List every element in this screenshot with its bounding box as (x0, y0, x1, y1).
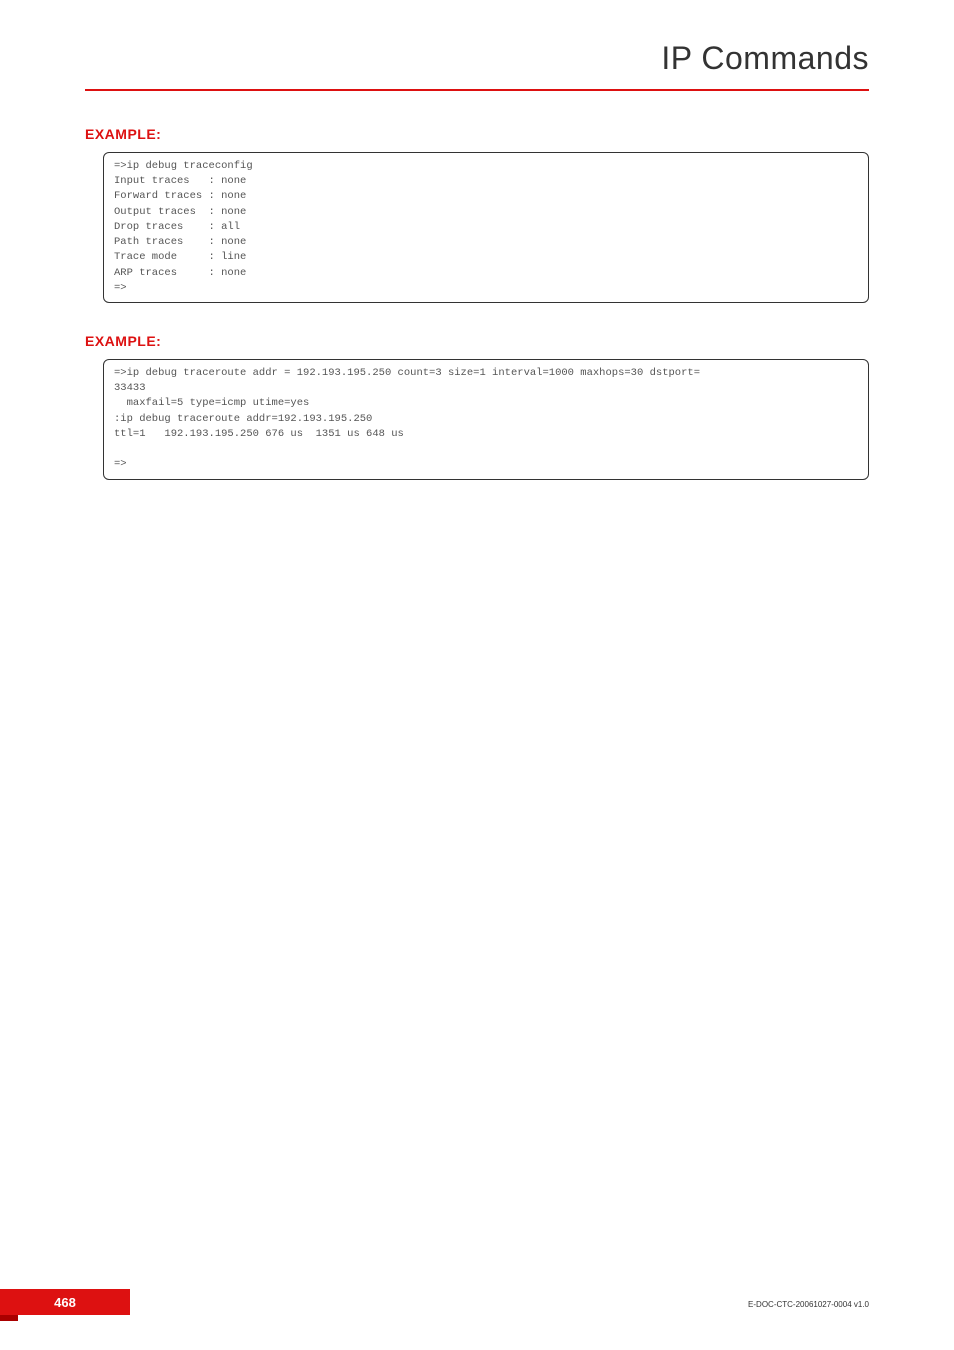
page-number: 468 (54, 1295, 76, 1310)
example1-code-block: =>ip debug traceconfig Input traces : no… (103, 152, 869, 303)
header-title: IP Commands (0, 40, 869, 77)
document-id: E-DOC-CTC-20061027-0004 v1.0 (748, 1300, 869, 1309)
example2-heading: EXAMPLE: (85, 333, 869, 349)
example2-code-block: =>ip debug traceroute addr = 192.193.195… (103, 359, 869, 480)
page-footer: 468 E-DOC-CTC-20061027-0004 v1.0 (0, 1285, 954, 1315)
page-header: IP Commands (0, 0, 954, 77)
footer-page-bar: 468 (0, 1289, 130, 1315)
footer-bar-accent (0, 1315, 18, 1321)
main-content: EXAMPLE: =>ip debug traceconfig Input tr… (0, 91, 954, 480)
example1-heading: EXAMPLE: (85, 126, 869, 142)
